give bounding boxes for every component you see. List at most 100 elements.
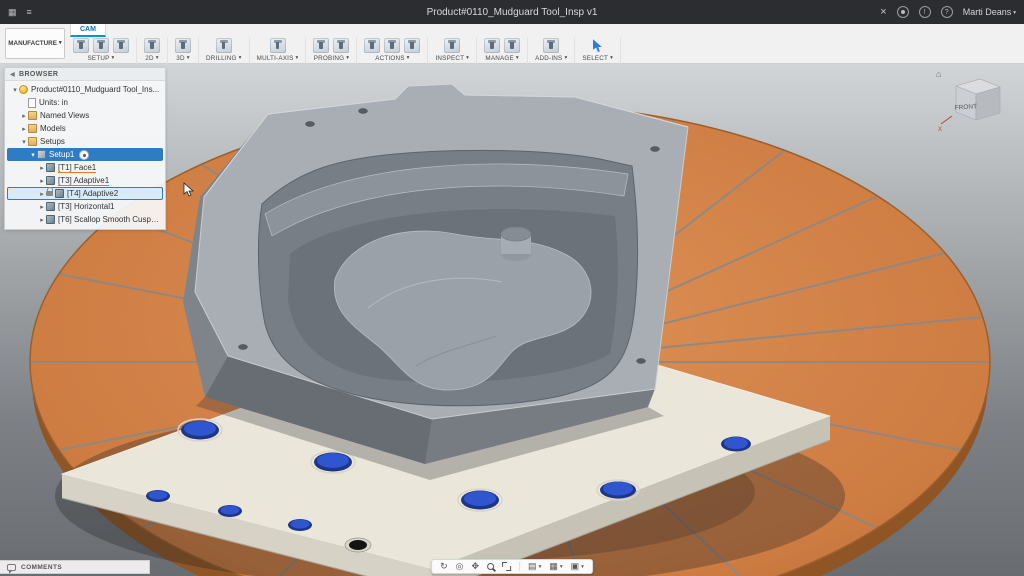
browser-item-t3-horizontal1[interactable]: ▸ [T3] Horizontal1 [7, 200, 163, 213]
mouse-cursor [183, 182, 195, 198]
part-alignment-icon[interactable] [333, 38, 349, 53]
browser-item-t3-adaptive1[interactable]: ▸ [T3] Adaptive1 [7, 174, 163, 187]
2d-milling-icon[interactable] [144, 38, 160, 53]
dropdown-caret-icon [562, 55, 567, 62]
post-process-icon[interactable] [404, 38, 420, 53]
file-menu-icon[interactable]: ≡ [27, 8, 32, 17]
3d-milling-icon[interactable] [175, 38, 191, 53]
setup-icon [37, 150, 46, 159]
job-status-icon[interactable] [897, 6, 909, 18]
display-settings-icon[interactable]: ▤ [528, 562, 541, 571]
browser-item-label[interactable]: [T1] Face1 [58, 163, 96, 173]
multi-axis-icon[interactable] [270, 38, 286, 53]
browser-item-label[interactable]: [T3] Adaptive1 [58, 176, 109, 186]
tab-cam[interactable]: CAM [70, 24, 106, 37]
folder-icon [28, 111, 37, 120]
disclosure-icon[interactable]: ▾ [11, 86, 19, 94]
browser-item-product-0110-mudguard-tool-ins[interactable]: ▾ Product#0110_Mudguard Tool_Ins... [7, 83, 163, 96]
new-setup-icon[interactable] [73, 38, 89, 53]
comments-bar[interactable]: COMMENTS [0, 560, 150, 574]
browser-item-label[interactable]: Named Views [40, 111, 89, 120]
disclosure-icon[interactable]: ▸ [38, 203, 46, 211]
toolbar-group-label[interactable]: INSPECT [435, 55, 469, 62]
disclosure-icon[interactable]: ▾ [29, 151, 37, 159]
toolbar-group-label[interactable]: ADD-INS [535, 55, 567, 62]
folder-icon [28, 137, 37, 146]
toolbar-group-label[interactable]: MULTI-AXIS [257, 55, 299, 62]
browser-item-label[interactable]: Product#0110_Mudguard Tool_Ins... [31, 85, 159, 94]
dropdown-caret-icon [405, 55, 410, 62]
workspace-selector[interactable]: MANUFACTURE [5, 28, 65, 59]
toolbar: MANUFACTURE CAM SETUP 2D 3D DRILLING MULTI-A… [0, 24, 1024, 64]
browser-item-setups[interactable]: ▾ Setups [7, 135, 163, 148]
toolbar-group-label[interactable]: PROBING [313, 55, 349, 62]
viewport[interactable]: ⌂ FRONT X ◀ BROWSER ▾Product#0110_Mudgua… [0, 64, 1024, 576]
zoom-icon[interactable] [487, 563, 494, 570]
pan-icon[interactable]: ✥ [472, 562, 480, 571]
browser-item-t4-adaptive2[interactable]: ▸ [T4] Adaptive2 [7, 187, 163, 200]
look-at-icon[interactable]: ◎ [456, 562, 464, 571]
generate-icon[interactable] [364, 38, 380, 53]
notification-icon[interactable]: ! [919, 6, 931, 18]
comments-label: COMMENTS [21, 564, 62, 571]
browser-item-label[interactable]: Units: in [39, 98, 68, 107]
fit-icon[interactable] [502, 562, 511, 571]
browser-item-units-in[interactable]: Units: in [7, 96, 163, 109]
disclosure-icon[interactable]: ▸ [20, 125, 28, 133]
browser-item-setup1[interactable]: ▾ Setup1 [7, 148, 163, 161]
home-icon[interactable]: ⌂ [936, 70, 941, 79]
browser-item-label[interactable]: [T3] Horizontal1 [58, 202, 114, 211]
browser-item-named-views[interactable]: ▸ Named Views [7, 109, 163, 122]
viewcube[interactable]: ⌂ FRONT X [936, 70, 1014, 134]
select-icon[interactable] [590, 38, 606, 53]
toolbar-group-label[interactable]: 2D [144, 55, 160, 62]
toolbar-group-actions: ACTIONS [357, 37, 428, 64]
probing-icon[interactable] [313, 38, 329, 53]
navbar-separator [519, 562, 520, 571]
new-folder-icon[interactable] [113, 38, 129, 53]
tool-library-icon[interactable] [484, 38, 500, 53]
browser-item-label[interactable]: Models [40, 124, 66, 133]
disclosure-icon[interactable]: ▸ [38, 190, 46, 198]
browser-item-t1-face1[interactable]: ▸ [T1] Face1 [7, 161, 163, 174]
visibility-eye-icon[interactable] [79, 150, 89, 160]
disclosure-icon[interactable]: ▾ [20, 138, 28, 146]
user-menu[interactable]: Marti Deans [963, 7, 1016, 17]
browser-item-models[interactable]: ▸ Models [7, 122, 163, 135]
toolbar-group-label[interactable]: SELECT [582, 55, 613, 62]
drilling-icon[interactable] [216, 38, 232, 53]
user-name: Marti Deans [963, 7, 1012, 17]
help-icon[interactable]: ? [941, 6, 953, 18]
add-ins-icon[interactable] [543, 38, 559, 53]
browser-item-label[interactable]: Setup1 [49, 150, 74, 159]
core-boss[interactable] [501, 227, 531, 261]
close-document-icon[interactable]: × [880, 7, 886, 18]
orbit-icon[interactable]: ↻ [440, 562, 448, 571]
disclosure-icon[interactable]: ▸ [20, 112, 28, 120]
disclosure-icon[interactable]: ▸ [38, 216, 46, 224]
browser-item-label[interactable]: Setups [40, 137, 65, 146]
browser-item-t6-scallop-smooth-cusps-re[interactable]: ▸ [T6] Scallop Smooth Cusps Re... [7, 213, 163, 226]
toolpath-icon [46, 176, 55, 185]
collapse-browser-icon[interactable]: ◀ [10, 71, 15, 78]
toolbar-group-label[interactable]: 3D [175, 55, 191, 62]
disclosure-icon[interactable]: ▸ [38, 177, 46, 185]
browser-item-label[interactable]: [T4] Adaptive2 [67, 189, 118, 198]
app-grid-icon[interactable]: ▦ [8, 8, 17, 17]
browser-item-label[interactable]: [T6] Scallop Smooth Cusps Re... [58, 215, 160, 224]
setup-sheet-icon[interactable] [93, 38, 109, 53]
toolbar-group-label[interactable]: ACTIONS [364, 55, 420, 62]
viewports-icon[interactable]: ▣ [571, 562, 584, 571]
disclosure-icon[interactable]: ▸ [38, 164, 46, 172]
task-manager-icon[interactable] [504, 38, 520, 53]
toolbar-group-label[interactable]: MANAGE [484, 55, 520, 62]
grid-icon[interactable]: ▦ [549, 562, 562, 571]
simulate-icon[interactable] [384, 38, 400, 53]
measure-icon[interactable] [444, 38, 460, 53]
mold-block[interactable] [183, 84, 688, 464]
toolbar-group-probing: PROBING [306, 37, 357, 64]
viewcube-cube[interactable]: FRONT X [936, 70, 1014, 134]
toolbar-group-label[interactable]: DRILLING [206, 55, 242, 62]
toolbar-group-label[interactable]: SETUP [73, 55, 129, 62]
bolt-hole [146, 490, 170, 502]
